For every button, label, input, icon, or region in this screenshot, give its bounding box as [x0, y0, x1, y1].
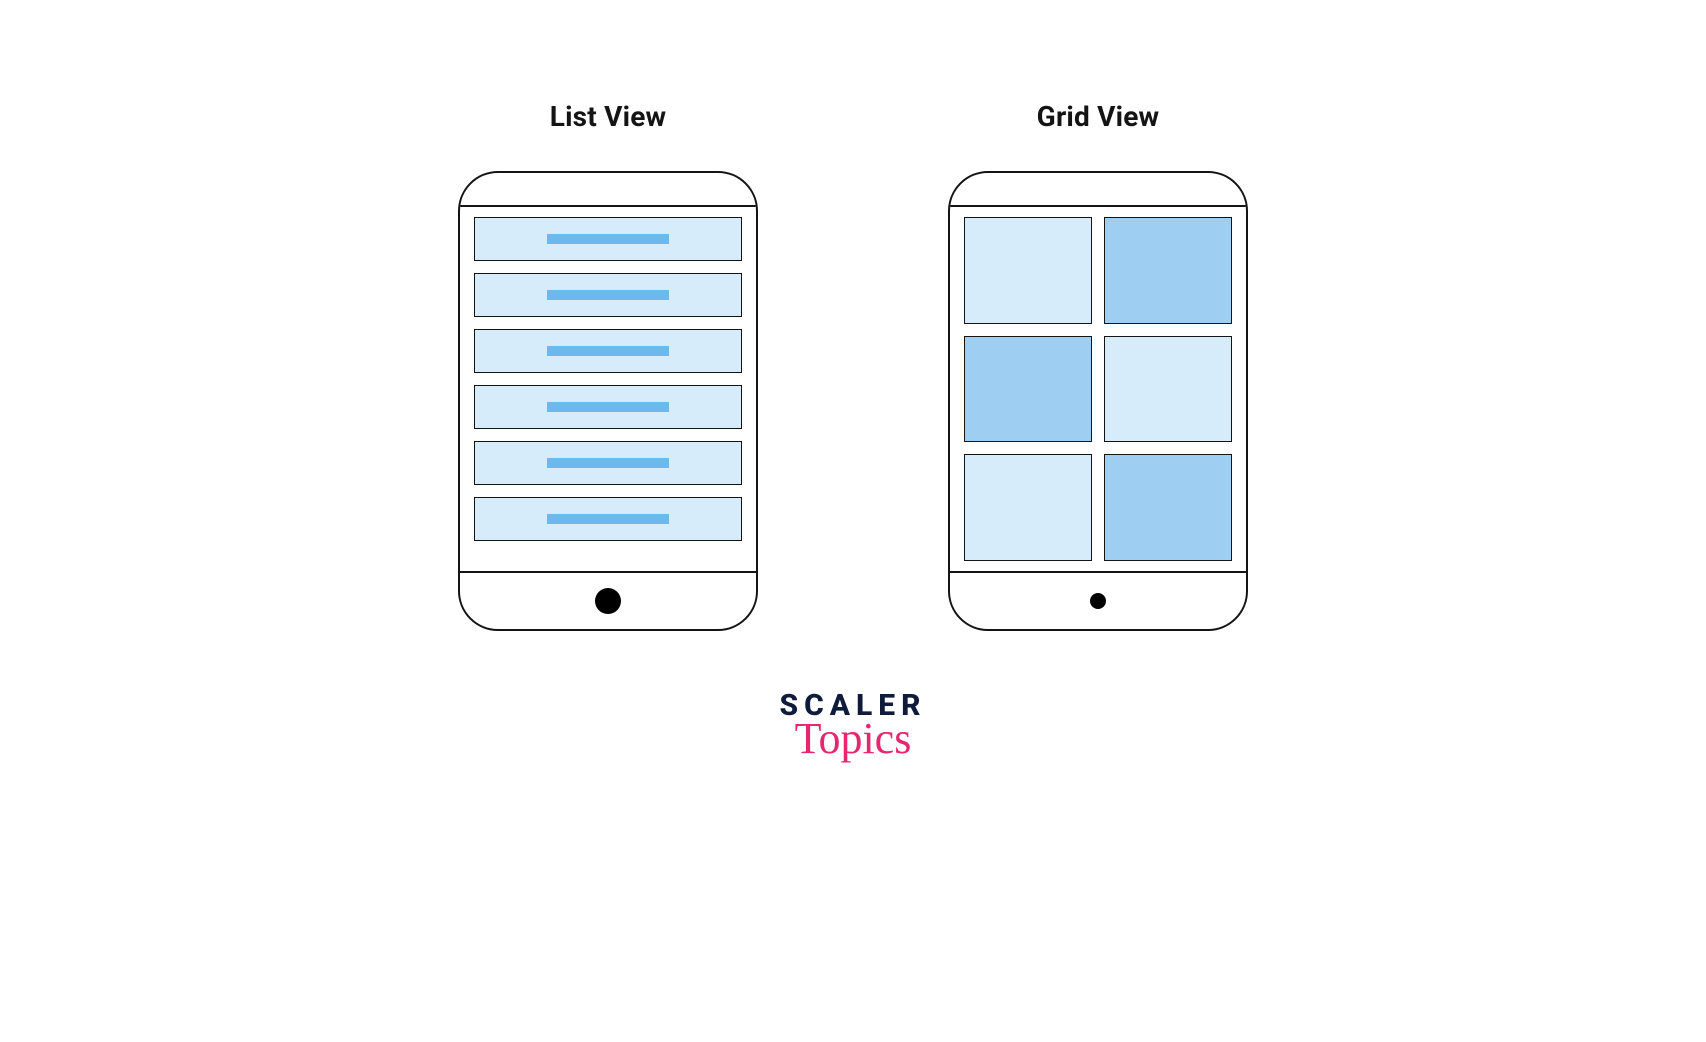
- grid-view-heading: Grid View: [1037, 100, 1160, 133]
- list-row-bar: [547, 346, 669, 356]
- home-button-icon: [1090, 593, 1106, 609]
- list-row-bar: [547, 402, 669, 412]
- list-row-bar: [547, 290, 669, 300]
- diagram-stage: List View Grid View SCALER Topics: [0, 0, 1706, 1042]
- list-view-column: List View: [458, 100, 758, 631]
- grid-view-phone: [948, 171, 1248, 631]
- home-button-icon: [595, 588, 621, 614]
- grid-tile: [1104, 336, 1232, 443]
- grid-tile: [964, 217, 1092, 324]
- grid-tile: [1104, 454, 1232, 561]
- list-row-bar: [547, 234, 669, 244]
- brand-logo: SCALER Topics: [779, 691, 926, 759]
- grid-tile: [964, 336, 1092, 443]
- phones-row: List View Grid View: [458, 100, 1248, 631]
- list-view-phone: [458, 171, 758, 631]
- list-row-bar: [547, 458, 669, 468]
- list-row: [474, 385, 742, 429]
- grid-tile: [964, 454, 1092, 561]
- list-row: [474, 217, 742, 261]
- list-row: [474, 441, 742, 485]
- list-row: [474, 329, 742, 373]
- phone-earpiece-bar: [460, 173, 756, 207]
- list-row: [474, 497, 742, 541]
- phone-home-bar: [950, 571, 1246, 629]
- list-view-screen: [460, 207, 756, 571]
- grid-view-column: Grid View: [948, 100, 1248, 631]
- brand-script: Topics: [779, 719, 926, 759]
- grid-tile: [1104, 217, 1232, 324]
- phone-earpiece-bar: [950, 173, 1246, 207]
- list-row-bar: [547, 514, 669, 524]
- list-row: [474, 273, 742, 317]
- grid-view-screen: [950, 207, 1246, 571]
- list-view-heading: List View: [550, 100, 667, 133]
- phone-home-bar: [460, 571, 756, 629]
